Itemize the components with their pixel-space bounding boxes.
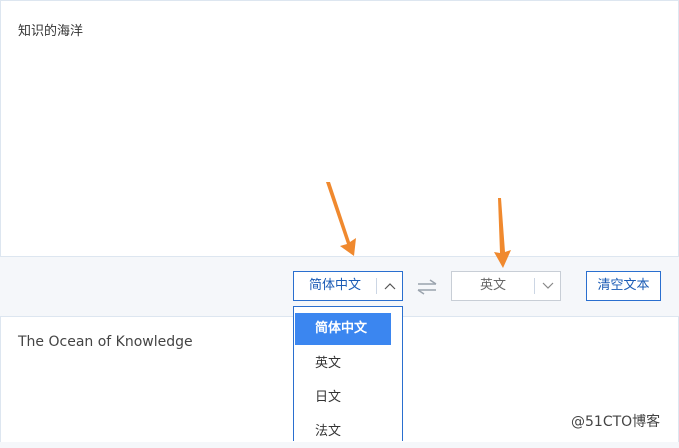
watermark: @51CTO博客 xyxy=(571,414,661,430)
dropdown-option-english[interactable]: 英文 xyxy=(294,348,392,380)
dropdown-option-japanese[interactable]: 日文 xyxy=(294,382,392,414)
annotation-arrow-left xyxy=(326,182,356,256)
dropdown-option-french[interactable]: 法文 xyxy=(294,416,392,448)
chevron-up-icon[interactable] xyxy=(377,272,403,300)
dropdown-option-simplified-chinese[interactable]: 简体中文 xyxy=(295,313,391,345)
chevron-down-icon[interactable] xyxy=(535,272,561,300)
target-language-value: 英文 xyxy=(479,278,506,293)
translated-text: The Ocean of Knowledge xyxy=(18,334,193,350)
source-language-dropdown: 简体中文 英文 日文 法文 xyxy=(293,306,403,441)
source-language-select[interactable]: 简体中文 xyxy=(293,271,403,301)
source-text[interactable]: 知识的海洋 xyxy=(18,20,83,39)
swap-languages-icon[interactable] xyxy=(414,277,440,297)
annotation-arrow-right xyxy=(494,198,511,268)
clear-text-button[interactable]: 清空文本 xyxy=(586,271,661,301)
target-language-select[interactable]: 英文 xyxy=(451,271,561,301)
source-language-value: 简体中文 xyxy=(308,278,361,293)
